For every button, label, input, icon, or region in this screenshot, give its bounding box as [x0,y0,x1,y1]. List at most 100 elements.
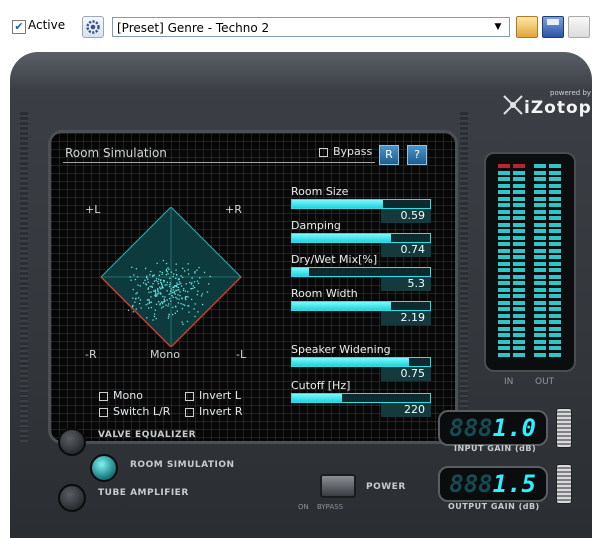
help-button[interactable]: ? [407,145,427,165]
scope-point [164,284,166,286]
meter-segment [534,177,546,181]
scope-point [168,293,170,295]
scope-point [167,267,169,269]
meter-segment [534,248,546,253]
scope-point [134,301,136,303]
load-preset-icon[interactable] [516,16,538,38]
preset-dropdown-arrow-icon[interactable]: ▼ [488,18,508,36]
meter-segment [549,300,561,305]
scope-point [174,305,177,307]
invert-l-checkbox[interactable] [185,391,194,401]
meter-segment [534,216,546,220]
slider-track[interactable] [291,301,431,311]
active-checkbox[interactable]: ✔ [12,20,26,34]
meter-segment [549,164,561,168]
valve-equalizer-led-button[interactable] [58,428,86,456]
slider-track[interactable] [291,199,431,209]
meter-segment [534,346,546,350]
slider-track[interactable] [291,357,431,367]
invert-r-option[interactable]: Invert R [185,405,242,418]
meter-segment [513,203,525,207]
save-as-preset-icon[interactable] [568,16,590,38]
preset-select[interactable]: [Preset] Genre - Techno 2 [112,17,510,37]
scope-point [163,298,165,300]
scope-point [177,286,179,289]
scope-point [193,286,196,289]
slider-value: 2.19 [381,311,431,325]
scope-point [152,319,154,321]
meter-segment [513,170,525,175]
scope-point [130,279,132,281]
meter-segment [549,248,561,253]
meter-segment [534,300,546,305]
scope-point [187,263,189,265]
izotope-mark-icon [503,95,523,115]
scope-point [197,282,200,284]
slider-label: Room Size [291,185,349,198]
scope-point [132,306,134,308]
scope-point [144,279,146,281]
scope-point [158,301,160,303]
settings-gear-icon[interactable] [82,16,104,38]
scope-point [169,277,171,279]
slider-track[interactable] [291,393,431,403]
meter-segment [534,326,546,331]
meter-segment [549,196,561,201]
switch-lr-checkbox[interactable] [99,407,108,417]
scope-point [191,282,193,284]
power-button[interactable] [320,474,356,498]
slider-track[interactable] [291,233,431,243]
mono-option[interactable]: Mono [99,389,143,402]
input-gain-value: 1.0 [492,414,536,442]
meter-segment [534,183,546,188]
scope-point [152,274,154,276]
scope-point [148,298,150,301]
level-meters [484,152,576,372]
plugin-device: powered by iZotope Room Simulation Bypas… [10,52,592,538]
meter-segment [513,177,525,181]
input-gain-fader[interactable] [556,408,572,448]
room-simulation-led-button[interactable] [90,454,118,482]
slider-cutoff-hz[interactable]: Cutoff [Hz] 220 [291,379,433,419]
meter-segment [498,242,510,246]
scope-point [145,283,147,285]
scope-point [166,299,168,301]
scope-point [184,270,186,272]
scope-point [145,304,147,306]
slider-fill [292,302,391,310]
tube-amplifier-led-button[interactable] [58,484,86,512]
scope-point [149,285,151,288]
scope-point [147,287,150,289]
scope-point [135,298,137,300]
preset-value: [Preset] Genre - Techno 2 [117,21,270,35]
save-preset-icon[interactable] [542,16,564,38]
meter-segment [534,287,546,292]
meter-segment [534,229,546,233]
switch-lr-option[interactable]: Switch L/R [99,405,170,418]
output-gain-fader[interactable] [556,464,572,504]
invert-l-option[interactable]: Invert L [185,389,241,402]
izotope-wordmark: iZotope [524,98,592,118]
scope-point [174,293,176,295]
room-simulation-label: ROOM SIMULATION [130,460,235,470]
scope-point [188,305,190,307]
scope-point [181,297,183,299]
slider-speaker-widening[interactable]: Speaker Widening 0.75 [291,343,433,383]
scope-point [135,308,137,310]
scope-point [158,292,160,294]
invert-r-checkbox[interactable] [185,407,194,417]
meter-segment [549,216,561,220]
scope-point [184,297,186,299]
slider-room-width[interactable]: Room Width 2.19 [291,287,433,327]
meter-segment [534,255,546,259]
scope-point [180,282,182,285]
scope-point [159,304,161,306]
mono-checkbox[interactable] [99,391,108,401]
bypass-toggle[interactable]: Bypass [319,145,372,158]
reset-button[interactable]: R [379,145,399,165]
slider-track[interactable] [291,267,431,277]
meter-segment [513,294,525,298]
left-grille [20,112,28,442]
scope-point [138,297,140,299]
bypass-checkbox[interactable] [319,147,328,157]
